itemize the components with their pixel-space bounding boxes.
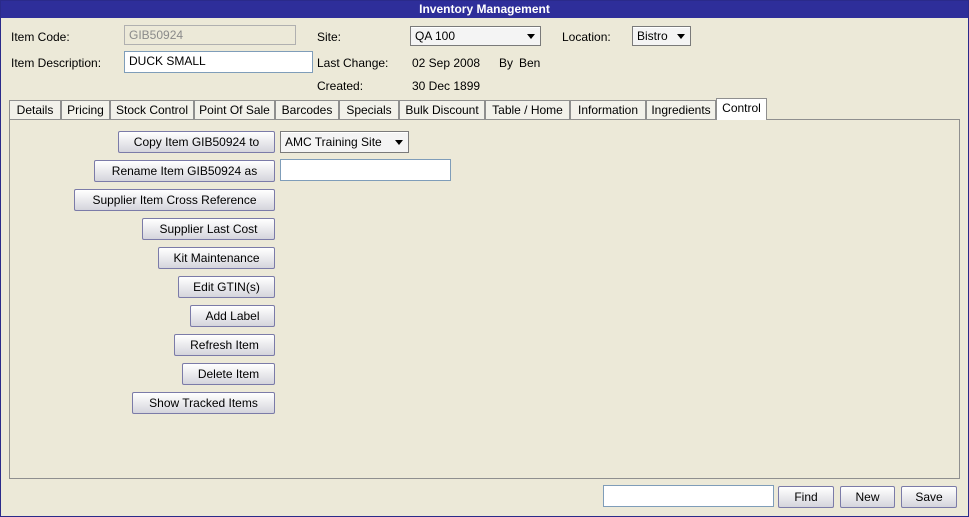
chevron-down-icon	[527, 34, 535, 39]
tab-point-of-sale[interactable]: Point Of Sale	[194, 100, 275, 119]
inventory-window: Inventory Management Item Code: GIB50924…	[0, 0, 969, 517]
item-code-field[interactable]: GIB50924	[124, 25, 296, 45]
supplier-cross-reference-button[interactable]: Supplier Item Cross Reference	[74, 189, 275, 211]
tab-stock-control[interactable]: Stock Control	[110, 100, 194, 119]
last-change-label: Last Change:	[317, 56, 389, 70]
created-label: Created:	[317, 79, 364, 93]
rename-item-button[interactable]: Rename Item GIB50924 as	[94, 160, 275, 182]
search-input[interactable]	[603, 485, 774, 507]
find-button[interactable]: Find	[778, 486, 834, 508]
chevron-down-icon	[677, 34, 685, 39]
site-label: Site:	[317, 30, 342, 44]
tab-information[interactable]: Information	[570, 100, 646, 119]
created-date: 30 Dec 1899	[412, 79, 481, 93]
save-button[interactable]: Save	[901, 486, 957, 508]
refresh-item-button[interactable]: Refresh Item	[174, 334, 275, 356]
add-label-button[interactable]: Add Label	[190, 305, 275, 327]
edit-gtin-button[interactable]: Edit GTIN(s)	[178, 276, 275, 298]
window-title: Inventory Management	[1, 1, 968, 18]
supplier-last-cost-button[interactable]: Supplier Last Cost	[142, 218, 275, 240]
tab-table-home[interactable]: Table / Home	[485, 100, 570, 119]
tab-ingredients[interactable]: Ingredients	[646, 100, 716, 119]
copy-item-button[interactable]: Copy Item GIB50924 to	[118, 131, 275, 153]
copy-site-select-value: AMC Training Site	[285, 135, 382, 149]
location-select-value: Bistro	[637, 29, 668, 43]
delete-item-button[interactable]: Delete Item	[182, 363, 275, 385]
item-description-label: Item Description:	[11, 56, 102, 70]
site-select-value: QA 100	[415, 29, 456, 43]
last-change-date: 02 Sep 2008	[412, 56, 481, 70]
tab-barcodes[interactable]: Barcodes	[275, 100, 339, 119]
tab-details[interactable]: Details	[9, 100, 61, 119]
site-select[interactable]: QA 100	[410, 26, 541, 46]
kit-maintenance-button[interactable]: Kit Maintenance	[158, 247, 275, 269]
item-description-field[interactable]: DUCK SMALL	[124, 51, 313, 73]
show-tracked-items-button[interactable]: Show Tracked Items	[132, 392, 275, 414]
tab-specials[interactable]: Specials	[339, 100, 399, 119]
last-change-by-value: Ben	[519, 56, 541, 70]
copy-site-select[interactable]: AMC Training Site	[280, 131, 409, 153]
last-change-by-label: By	[499, 56, 514, 70]
new-button[interactable]: New	[840, 486, 895, 508]
tab-control[interactable]: Control	[716, 98, 767, 120]
rename-item-input[interactable]	[280, 159, 451, 181]
item-code-label: Item Code:	[11, 30, 70, 44]
location-label: Location:	[562, 30, 611, 44]
tab-bulk-discount[interactable]: Bulk Discount	[399, 100, 485, 119]
chevron-down-icon	[395, 140, 403, 145]
tab-pricing[interactable]: Pricing	[61, 100, 110, 119]
location-select[interactable]: Bistro	[632, 26, 691, 46]
